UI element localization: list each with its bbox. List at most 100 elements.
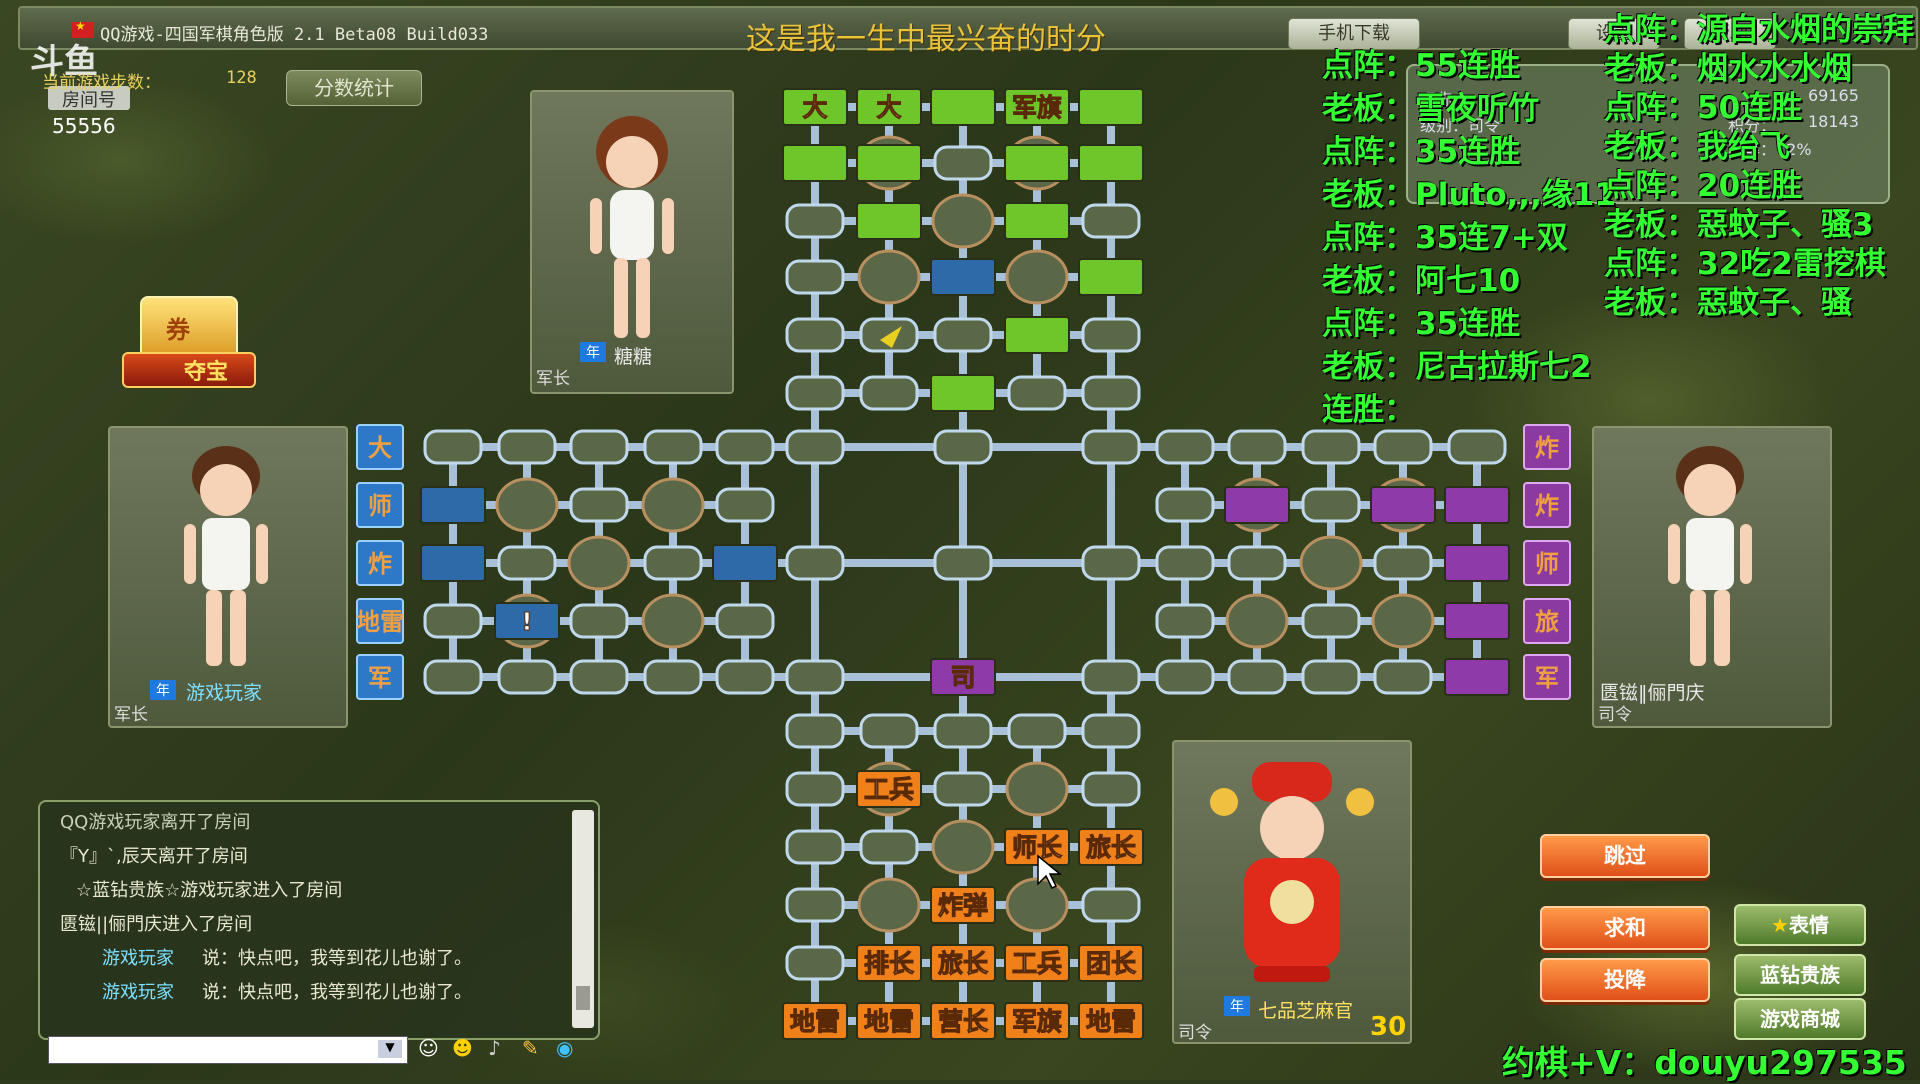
board-slot	[1081, 771, 1141, 807]
tool-icon[interactable]: ✎	[522, 1036, 539, 1060]
overlay-left-line: 连胜：	[1322, 392, 1415, 428]
overlay-left-line: 点阵：55连胜	[1322, 48, 1521, 84]
overlay-left-line: 老板：尼古拉斯七2	[1322, 349, 1592, 385]
left-label-text: 炸	[368, 550, 392, 578]
green-piece	[930, 88, 996, 126]
board-camp	[641, 477, 705, 533]
overlay-left-line: 点阵：35连7+双	[1322, 220, 1568, 256]
board-slot	[785, 659, 845, 695]
chat-line: QQ游戏玩家离开了房间	[60, 812, 251, 833]
right-label-text: 炸	[1535, 492, 1559, 520]
board-camp	[567, 535, 631, 591]
chat-message: 说：快点吧，我等到花儿也谢了。	[202, 948, 472, 969]
skip-button[interactable]: 跳过	[1540, 834, 1710, 878]
globe-icon[interactable]: ◉	[556, 1036, 573, 1060]
game-shop-button[interactable]: 游戏商城	[1734, 998, 1866, 1040]
green-piece	[1078, 88, 1144, 126]
board-slot	[785, 829, 845, 865]
board-slot	[785, 771, 845, 807]
overlay-left-line: 老板：阿七10	[1322, 263, 1521, 299]
blue-piece	[930, 258, 996, 296]
purple-piece	[1444, 486, 1510, 524]
board-slot	[497, 545, 557, 581]
surrender-button[interactable]: 投降	[1540, 958, 1710, 1002]
board-slot	[1301, 659, 1361, 695]
chat-input[interactable]	[48, 1036, 408, 1064]
star-icon: ★	[1771, 913, 1789, 937]
board-slot	[785, 945, 845, 981]
chat-line: 匮镃||俪門庆进入了房间	[60, 914, 253, 935]
chevron-down-icon[interactable]: ▼	[378, 1040, 402, 1058]
orange-piece-label: 地雷	[864, 1007, 914, 1036]
orange-piece-label: 军旗	[1012, 1007, 1062, 1036]
overlay-left-line: 老板：Pluto,,,缘11	[1322, 177, 1617, 213]
board-slot	[643, 429, 703, 465]
right-label-text: 旅	[1535, 608, 1559, 636]
chat-scroll-thumb[interactable]	[576, 986, 590, 1010]
board-slot	[643, 659, 703, 695]
overlay-left-line: 点阵：35连胜	[1322, 306, 1521, 342]
board-camp	[931, 819, 995, 875]
board-slot	[933, 317, 993, 353]
orange-piece-label: 地雷	[790, 1007, 840, 1036]
orange-piece-label: 炸弹	[938, 891, 988, 920]
blue-piece	[420, 544, 486, 582]
board-slot	[1081, 317, 1141, 353]
board-slot	[497, 429, 557, 465]
chat-line: ☆蓝钻贵族☆游戏玩家进入了房间	[76, 880, 343, 901]
board-slot	[1081, 887, 1141, 923]
purple-piece	[1370, 486, 1436, 524]
green-piece	[856, 202, 922, 240]
overlay-contact: 约棋+V：douyu297535	[1502, 1043, 1907, 1082]
board-slot	[643, 545, 703, 581]
chat-line: 『Y』`,辰天离开了房间	[60, 846, 248, 867]
green-piece	[1004, 202, 1070, 240]
green-piece	[1078, 144, 1144, 182]
board-camp	[1005, 761, 1069, 817]
green-piece	[1004, 144, 1070, 182]
board-slot	[715, 429, 775, 465]
purple-piece	[1444, 602, 1510, 640]
board-slot	[715, 659, 775, 695]
board-slot	[933, 429, 993, 465]
board-slot	[1373, 429, 1433, 465]
smile-icon[interactable]: ☻	[452, 1036, 473, 1060]
board-slot	[1227, 659, 1287, 695]
speaker-icon[interactable]: ♪	[488, 1036, 501, 1060]
blue-diamond-button[interactable]: 蓝钻贵族	[1734, 954, 1866, 996]
peace-button[interactable]: 求和	[1540, 906, 1710, 950]
board-slot	[569, 487, 629, 523]
board-slot	[1155, 487, 1215, 523]
board-slot	[1081, 659, 1141, 695]
orange-piece-label: 团长	[1086, 949, 1137, 978]
board-slot	[1081, 203, 1141, 239]
board-slot	[1081, 713, 1141, 749]
board-slot	[1447, 429, 1507, 465]
board-slot	[715, 603, 775, 639]
board-camp	[857, 249, 921, 305]
board-camp	[1005, 877, 1069, 933]
board-slot	[569, 603, 629, 639]
board-slot	[1155, 429, 1215, 465]
emotes-button[interactable]: ★表情	[1734, 904, 1866, 946]
green-piece	[856, 144, 922, 182]
board-slot	[1301, 429, 1361, 465]
board-slot	[785, 203, 845, 239]
board-camp	[1225, 593, 1289, 649]
right-label-text: 炸	[1535, 434, 1559, 462]
board-slot	[1007, 713, 1067, 749]
overlay-left-line: 老板：雪夜听竹	[1322, 91, 1539, 127]
overlay-left-line: 点阵：35连胜	[1322, 134, 1521, 170]
board-slot	[933, 545, 993, 581]
green-piece	[1004, 316, 1070, 354]
board-slot	[1227, 429, 1287, 465]
board-camp	[1005, 249, 1069, 305]
purple-piece	[1444, 658, 1510, 696]
board-slot	[859, 375, 919, 411]
board-slot	[933, 771, 993, 807]
board-camp	[641, 593, 705, 649]
left-label-text: 军	[368, 664, 392, 692]
emoji-icon[interactable]: ☺	[418, 1036, 439, 1060]
green-piece	[782, 144, 848, 182]
board-slot	[933, 145, 993, 181]
